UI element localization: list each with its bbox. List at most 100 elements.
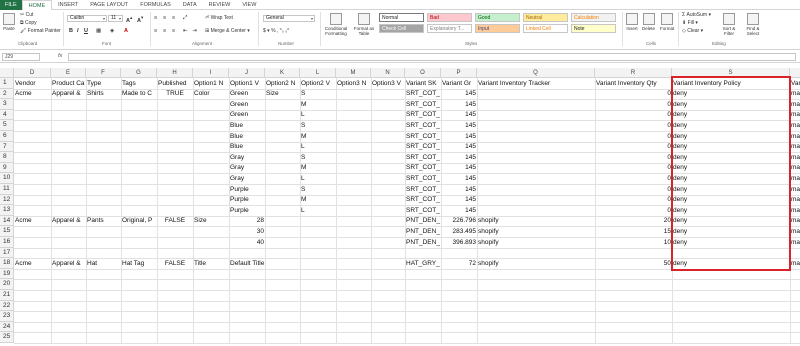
cell-style-input[interactable]: Input (475, 24, 520, 33)
sort-filter-button[interactable]: Sort & Filter (718, 13, 740, 36)
find-select-button[interactable]: Find & Select (742, 13, 764, 36)
cell[interactable]: TRUE (157, 89, 193, 100)
cell[interactable]: S (300, 185, 336, 196)
row-header[interactable]: 23 (0, 311, 14, 322)
row-header[interactable]: 19 (0, 268, 14, 280)
decrease-indent-icon[interactable]: ⇤ (183, 28, 188, 34)
cell[interactable]: Hat Tag (121, 259, 157, 270)
font-size-select[interactable]: 11 ▾ (108, 15, 123, 22)
cell[interactable]: 145 (441, 110, 477, 121)
cell[interactable]: 145 (441, 163, 477, 174)
cell[interactable]: manual (790, 206, 800, 217)
column-header-I[interactable]: I (193, 68, 229, 78)
row-header[interactable]: 3 (0, 99, 14, 110)
cell[interactable]: manual (790, 238, 800, 249)
orientation-icon[interactable]: ⤢ (183, 15, 187, 22)
cell[interactable]: SRT_COT_ (405, 206, 441, 217)
cell[interactable]: Shirts (86, 89, 121, 100)
name-box[interactable]: J29 (2, 53, 40, 61)
cell[interactable]: 0 (595, 195, 672, 206)
wrap-text-button[interactable]: ⏎ Wrap Text (205, 15, 233, 21)
format-as-table-button[interactable]: Format as Table (352, 13, 376, 36)
cell[interactable]: Purple (229, 195, 265, 206)
column-header-O[interactable]: O (405, 68, 441, 78)
row-header[interactable]: 16 (0, 237, 14, 248)
shrink-font-button[interactable]: A▾ (137, 15, 143, 24)
cell[interactable]: PNT_DEN_ (405, 227, 441, 238)
cell[interactable]: 0 (595, 142, 672, 153)
cell[interactable]: M (300, 132, 336, 143)
cell[interactable]: 0 (595, 121, 672, 132)
row-header[interactable]: 15 (0, 226, 14, 237)
cell[interactable]: Type (86, 79, 121, 90)
cell[interactable]: Gray (229, 163, 265, 174)
cell-style-normal[interactable]: Normal (379, 13, 424, 22)
cell[interactable]: 30 (229, 227, 265, 238)
cell[interactable]: Variant Gr (441, 79, 477, 90)
ribbon-tab-page-layout[interactable]: PAGE LAYOUT (84, 0, 134, 10)
cell[interactable]: 0 (595, 153, 672, 164)
cell[interactable]: SRT_COT_ (405, 153, 441, 164)
cell[interactable]: 0 (595, 174, 672, 185)
row-header[interactable]: 13 (0, 205, 14, 216)
cell[interactable]: Size (193, 216, 229, 227)
ribbon-tab-review[interactable]: REVIEW (203, 0, 237, 10)
cell[interactable]: SRT_COT_ (405, 110, 441, 121)
cell[interactable]: SRT_COT_ (405, 195, 441, 206)
cell[interactable]: Made to C (121, 89, 157, 100)
cell-style-neutral[interactable]: Neutral (523, 13, 568, 22)
cell-style-linked-cell[interactable]: Linked Cell (523, 24, 568, 33)
cell[interactable]: manual (790, 163, 800, 174)
cell[interactable]: manual (790, 121, 800, 132)
bold-button[interactable]: B (69, 28, 73, 34)
number-format-select[interactable]: General ▾ (263, 15, 315, 22)
ribbon-tab-file[interactable]: FILE (0, 0, 22, 10)
cell[interactable]: Default Title (229, 259, 265, 270)
row-header[interactable]: 9 (0, 162, 14, 174)
cell[interactable]: FALSE (157, 259, 193, 270)
cell[interactable]: Tags (121, 79, 157, 90)
cell[interactable]: 0 (595, 100, 672, 111)
column-header-H[interactable]: H (157, 68, 193, 78)
cell[interactable]: Pants (86, 216, 121, 227)
cell[interactable]: SRT_COT_ (405, 89, 441, 100)
cell-style-explanatory-t[interactable]: Explanatory T... (427, 24, 472, 33)
row-header[interactable]: 11 (0, 184, 14, 195)
font-color-icon[interactable]: A (124, 28, 128, 34)
cell[interactable]: manual (790, 89, 800, 100)
row-header[interactable]: 22 (0, 300, 14, 312)
row-header[interactable]: 2 (0, 88, 14, 100)
cell-style-note[interactable]: Note (571, 24, 616, 33)
cell[interactable]: Original, P (121, 216, 157, 227)
cell[interactable]: SRT_COT_ (405, 185, 441, 196)
cell[interactable]: Gray (229, 153, 265, 164)
cell-style-calculation[interactable]: Calculation (571, 13, 616, 22)
spreadsheet-grid[interactable]: DEFGHIJKLMNOPQRST1VendorProduct CaTypeTa… (0, 68, 800, 346)
cell[interactable]: Vendor (14, 79, 51, 90)
column-header-R[interactable]: R (595, 68, 672, 78)
cell[interactable]: Variant Inventory Tracker (477, 79, 595, 90)
cell[interactable]: manual (790, 227, 800, 238)
cell[interactable]: manual (790, 142, 800, 153)
paste-button[interactable]: Paste (3, 13, 15, 31)
column-header-N[interactable]: N (371, 68, 405, 78)
cell[interactable]: 145 (441, 153, 477, 164)
align-top-icon[interactable]: ≡ (154, 15, 157, 21)
cell[interactable]: PNT_DEN_ (405, 216, 441, 227)
cell[interactable]: Apparel & (51, 259, 86, 270)
cell[interactable]: Hat (86, 259, 121, 270)
row-header[interactable]: 10 (0, 173, 14, 184)
ribbon-tab-data[interactable]: DATA (177, 0, 203, 10)
cell[interactable]: Purple (229, 206, 265, 217)
italic-button[interactable]: I (77, 28, 79, 34)
cell[interactable]: Acme (14, 216, 51, 227)
column-header-E[interactable]: E (51, 68, 86, 78)
cell[interactable]: manual (790, 174, 800, 185)
cell[interactable]: 50 (595, 259, 672, 270)
column-header-P[interactable]: P (441, 68, 477, 78)
number-format-buttons[interactable]: $ ▾ % , ⁰₀ ₀⁰ (263, 28, 289, 34)
row-header[interactable]: 8 (0, 152, 14, 163)
cell[interactable]: shopify (477, 259, 595, 270)
insert-function-icon[interactable]: fx (58, 53, 62, 59)
cell[interactable]: L (300, 142, 336, 153)
